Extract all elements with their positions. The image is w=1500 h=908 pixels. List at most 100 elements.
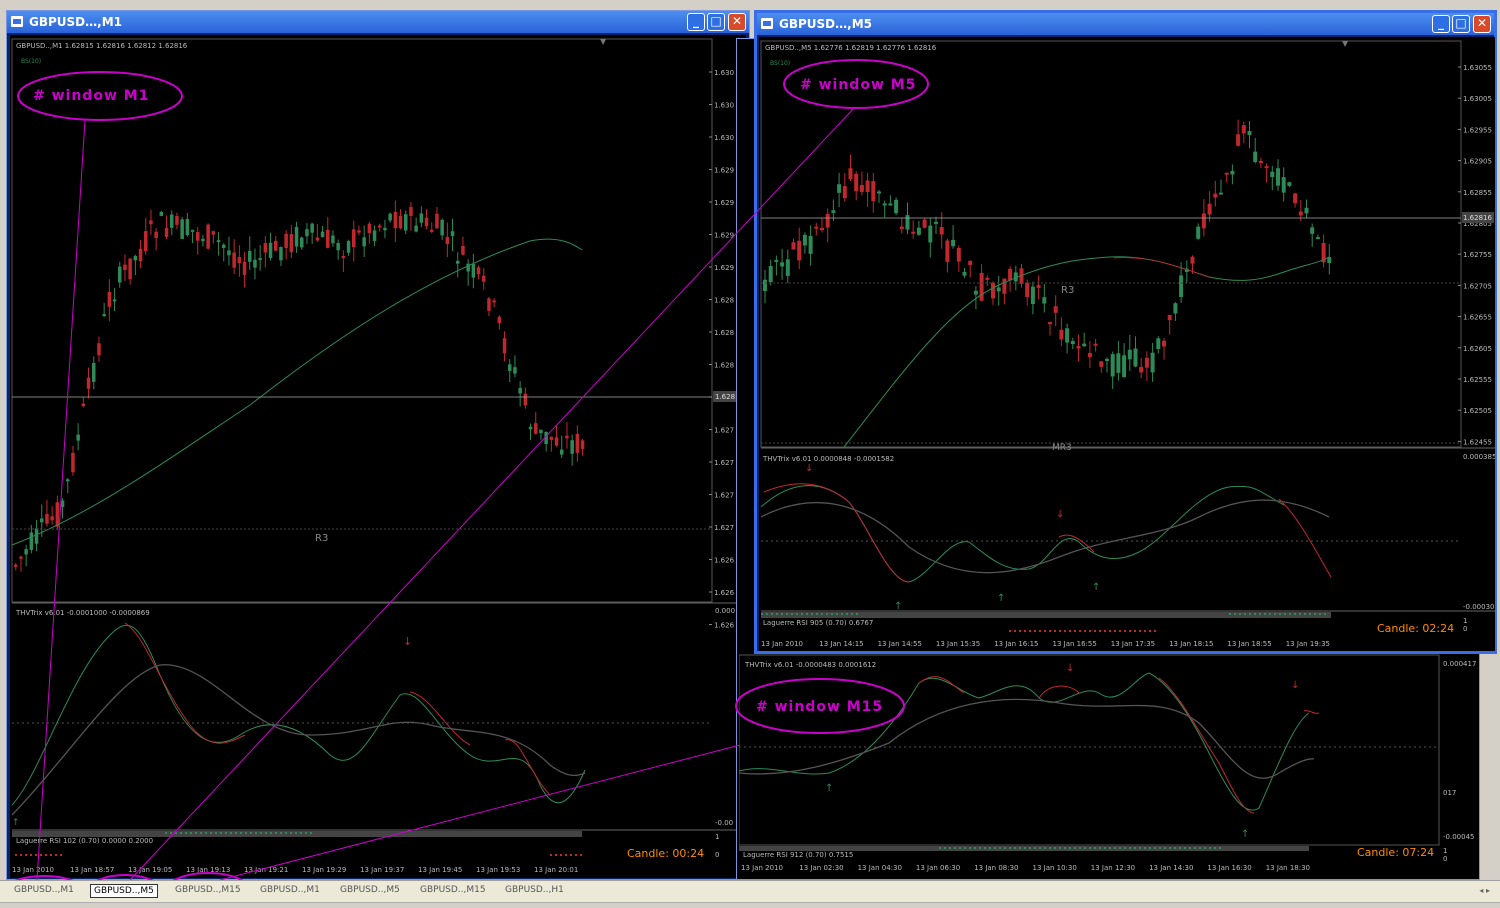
laguerre-dot	[1209, 847, 1211, 849]
laguerre-dot	[210, 832, 212, 834]
tab-gbpusd-m15[interactable]: GBPUSD..,M15	[175, 885, 241, 895]
candle-body	[1122, 355, 1127, 377]
candle-body	[842, 186, 847, 199]
laguerre-dot	[1034, 847, 1036, 849]
laguerre-label: Laguerre RSI 912 (0.70) 0.7515	[743, 851, 853, 859]
laguerre-dot	[1294, 613, 1296, 615]
laguerre-dot	[230, 832, 232, 834]
laguerre-dot	[1174, 847, 1176, 849]
laguerre-dot	[1169, 847, 1171, 849]
candle-body	[1179, 275, 1184, 298]
candle-body	[1190, 256, 1195, 264]
tab-gbpusd-m5[interactable]: GBPUSD..,M5	[90, 884, 158, 898]
maximize-button[interactable]: □	[1452, 15, 1470, 33]
laguerre-dot	[1249, 613, 1251, 615]
laguerre-dot	[275, 832, 277, 834]
candle-body	[60, 500, 65, 507]
price-panel-frame	[760, 40, 1462, 448]
tab-scroll-arrows-icon[interactable]: ◂ ▸	[1479, 886, 1490, 895]
titlebar-m5[interactable]: GBPUSD…,M5 _ □ ✕	[757, 13, 1494, 35]
candle-body	[362, 237, 366, 247]
candle-body	[1304, 207, 1309, 214]
close-button[interactable]: ✕	[1473, 15, 1491, 33]
laguerre-dot	[821, 613, 823, 615]
candle-body	[1224, 172, 1229, 175]
candle-body	[539, 429, 543, 434]
laguerre-dot	[1014, 847, 1016, 849]
status-bar	[0, 902, 1500, 908]
candle-body	[471, 264, 476, 278]
laguerre-dot	[1154, 847, 1156, 849]
candle-body	[227, 250, 231, 256]
chart-area-m5[interactable]: GBPUSD..,M5 1.62776 1.62819 1.62776 1.62…	[759, 37, 1495, 651]
laguerre-dot	[1299, 613, 1301, 615]
titlebar-m1[interactable]: GBPUSD…,M1 _ □ ✕	[7, 11, 749, 33]
tab-gbpusd-m1-2[interactable]: GBPUSD..,M1	[260, 885, 320, 895]
mr3-label: MR3	[1052, 443, 1072, 453]
candle-body	[279, 246, 283, 261]
laguerre-dot	[979, 847, 981, 849]
close-button[interactable]: ✕	[728, 13, 746, 31]
candle-body	[928, 225, 933, 243]
candle-body	[560, 449, 564, 455]
minimize-button[interactable]: _	[1432, 15, 1450, 33]
trix-signal-line	[760, 499, 1330, 574]
candle-body	[968, 260, 973, 266]
chart-window-m1[interactable]: GBPUSD…,M1 _ □ ✕ GBPUSD..,M1 1.62815 1.6…	[6, 10, 750, 880]
time-label: 13 Jan 19:37	[360, 866, 404, 874]
chart-area-m15[interactable]: THVTrix v6.01 -0.0000483 0.0001612 0.000…	[739, 653, 1479, 879]
price-axis: 1.630 1.630 1.630 1.629 1.629 1.629 1.629 1.628…	[709, 69, 735, 630]
candle-body	[19, 556, 23, 559]
tab-gbpusd-m15-2[interactable]: GBPUSD..,M15	[420, 885, 486, 895]
laguerre-dot	[1159, 847, 1161, 849]
tab-gbpusd-m1[interactable]: GBPUSD..,M1	[14, 885, 74, 895]
laguerre-dot	[1284, 613, 1286, 615]
tab-gbpusd-h1[interactable]: GBPUSD..,H1	[505, 885, 564, 895]
laguerre-dot	[1054, 847, 1056, 849]
candle-body	[1156, 338, 1161, 350]
candle-body	[71, 452, 75, 473]
laguerre-dot	[1039, 630, 1041, 632]
candle-body	[1167, 314, 1172, 321]
candle-body	[802, 234, 807, 246]
maximize-button[interactable]: □	[707, 13, 725, 31]
laguerre-dot	[1214, 847, 1216, 849]
laguerre-dot	[1019, 630, 1021, 632]
laguerre-scale-top: 1	[1443, 847, 1447, 855]
laguerre-dot	[1044, 630, 1046, 632]
candle-body	[774, 259, 779, 262]
laguerre-label: Laguerre RSI 905 (0.70) 0.6767	[763, 619, 873, 627]
laguerre-dot	[1289, 613, 1291, 615]
chart-area-m1[interactable]: GBPUSD..,M1 1.62815 1.62816 1.62812 1.62…	[10, 35, 746, 878]
price-label: 1.629	[714, 232, 734, 240]
laguerre-dot	[974, 847, 976, 849]
candle-body	[76, 434, 80, 441]
laguerre-dot	[1149, 847, 1151, 849]
candle-body	[175, 216, 179, 225]
candle-body	[196, 232, 200, 241]
chart-window-m5[interactable]: GBPUSD…,M5 _ □ ✕ GBPUSD..,M5 1.62776 1.6…	[754, 10, 1497, 654]
laguerre-dot	[1234, 613, 1236, 615]
trix-red-segments	[763, 483, 1332, 583]
minimize-button[interactable]: _	[687, 13, 705, 31]
laguerre-dot	[831, 613, 833, 615]
candle-body	[102, 314, 106, 317]
buy-arrow-icon: ↑	[12, 818, 20, 828]
sell-arrow-icon: ↓	[1066, 663, 1074, 674]
tab-gbpusd-m5-2[interactable]: GBPUSD..,M5	[340, 885, 400, 895]
time-label: 13 Jan 19:53	[476, 866, 520, 874]
shift-marker-icon[interactable]: ▼	[1342, 39, 1349, 48]
price-label: 1.629	[714, 167, 734, 175]
shift-marker-icon[interactable]: ▼	[600, 37, 607, 46]
laguerre-dot	[1059, 630, 1061, 632]
laguerre-dot	[761, 613, 763, 615]
buy-arrow-icon: ↑	[997, 593, 1005, 604]
laguerre-dot	[260, 832, 262, 834]
laguerre-dot	[35, 854, 37, 856]
candle-body	[865, 180, 870, 192]
candle-body	[1264, 166, 1269, 169]
candle-body	[492, 300, 496, 303]
laguerre-dot	[280, 832, 282, 834]
candle-body	[945, 240, 950, 262]
laguerre-dot	[1109, 847, 1111, 849]
